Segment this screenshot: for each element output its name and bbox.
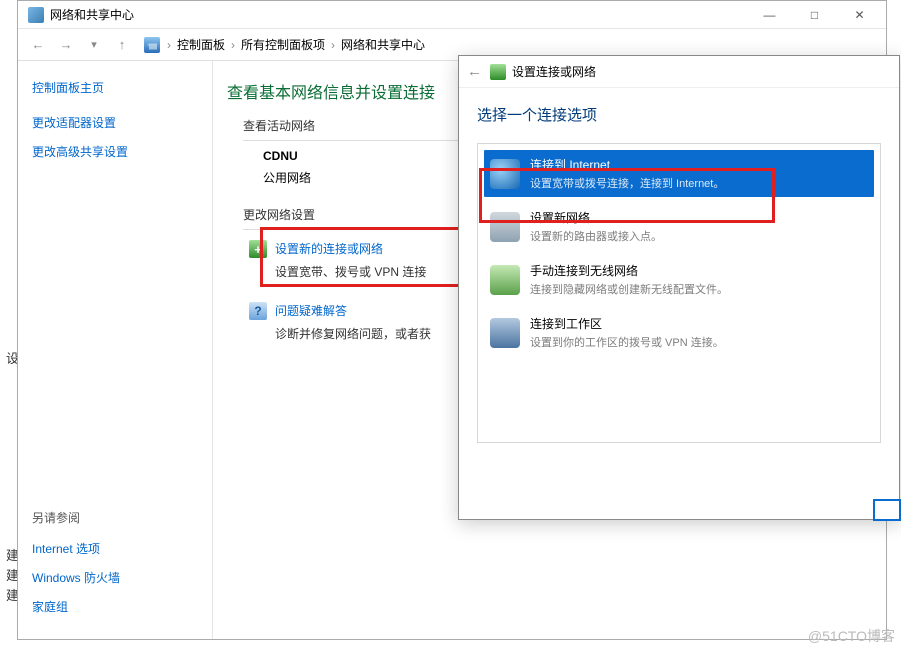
- bc-all-items[interactable]: 所有控制面板项: [238, 36, 328, 53]
- nav-up[interactable]: ↑: [108, 33, 136, 57]
- setup-connection-dialog: ← 设置连接或网络 选择一个连接选项 连接到 Internet 设置宽带或拨号连…: [458, 55, 900, 520]
- wifi-icon: [490, 265, 520, 295]
- bc-sep: ›: [164, 38, 174, 52]
- sidebar-link-adapter[interactable]: 更改适配器设置: [32, 114, 198, 131]
- nav-chevron-down[interactable]: ▾: [80, 33, 108, 57]
- option-troubleshoot-desc: 诊断并修复网络问题，或者获: [275, 325, 431, 342]
- see-also-homegroup[interactable]: 家庭组: [32, 598, 198, 615]
- sidebar-home[interactable]: 控制面板主页: [32, 79, 198, 96]
- workplace-icon: [490, 318, 520, 348]
- option-setup-network[interactable]: 设置新网络 设置新的路由器或接入点。: [484, 203, 874, 250]
- breadcrumb[interactable]: › 控制面板 › 所有控制面板项 › 网络和共享中心: [140, 36, 428, 53]
- opt-desc: 设置到你的工作区的拨号或 VPN 连接。: [530, 334, 724, 350]
- opt-desc: 设置新的路由器或接入点。: [530, 228, 662, 244]
- dialog-icon: [490, 64, 506, 80]
- connection-options-list: 连接到 Internet 设置宽带或拨号连接，连接到 Internet。 设置新…: [477, 143, 881, 443]
- dialog-heading: 选择一个连接选项: [477, 104, 881, 125]
- bc-control-panel[interactable]: 控制面板: [174, 36, 228, 53]
- opt-desc: 连接到隐藏网络或创建新无线配置文件。: [530, 281, 728, 297]
- see-also-label: 另请参阅: [32, 509, 198, 526]
- troubleshoot-icon: [249, 302, 267, 320]
- minimize-button[interactable]: —: [747, 4, 792, 26]
- see-also-firewall[interactable]: Windows 防火墙: [32, 569, 198, 586]
- window-title: 网络和共享中心: [50, 6, 747, 23]
- bc-sep: ›: [228, 38, 238, 52]
- maximize-button[interactable]: □: [792, 4, 837, 26]
- opt-title: 设置新网络: [530, 209, 662, 226]
- bc-network-center[interactable]: 网络和共享中心: [338, 36, 428, 53]
- control-panel-icon: [144, 37, 160, 53]
- see-also-internet-options[interactable]: Internet 选项: [32, 540, 198, 557]
- dialog-back[interactable]: ←: [467, 63, 482, 80]
- watermark: @51CTO博客: [808, 626, 895, 646]
- network-icon: [28, 7, 44, 23]
- titlebar: 网络和共享中心 — □ ✕: [18, 1, 886, 29]
- bc-sep: ›: [328, 38, 338, 52]
- dialog-title: 设置连接或网络: [512, 63, 596, 80]
- router-icon: [490, 212, 520, 242]
- opt-title: 连接到工作区: [530, 315, 724, 332]
- sidebar: 控制面板主页 更改适配器设置 更改高级共享设置 另请参阅 Internet 选项…: [18, 61, 213, 639]
- option-troubleshoot-title[interactable]: 问题疑难解答: [275, 304, 347, 318]
- nav-forward[interactable]: →: [52, 33, 80, 57]
- option-connect-internet[interactable]: 连接到 Internet 设置宽带或拨号连接，连接到 Internet。: [484, 150, 874, 197]
- plus-net-icon: [249, 240, 267, 258]
- nav-back[interactable]: ←: [24, 33, 52, 57]
- option-new-connection-desc: 设置宽带、拨号或 VPN 连接: [275, 263, 426, 280]
- focus-indicator: [873, 499, 901, 521]
- globe-icon: [490, 159, 520, 189]
- dialog-header: ← 设置连接或网络: [459, 56, 899, 88]
- option-new-connection-title[interactable]: 设置新的连接或网络: [275, 242, 383, 256]
- option-workplace[interactable]: 连接到工作区 设置到你的工作区的拨号或 VPN 连接。: [484, 309, 874, 356]
- opt-title: 手动连接到无线网络: [530, 262, 728, 279]
- opt-title: 连接到 Internet: [530, 156, 724, 173]
- opt-desc: 设置宽带或拨号连接，连接到 Internet。: [530, 175, 724, 191]
- sidebar-link-sharing[interactable]: 更改高级共享设置: [32, 143, 198, 160]
- option-manual-wifi[interactable]: 手动连接到无线网络 连接到隐藏网络或创建新无线配置文件。: [484, 256, 874, 303]
- close-button[interactable]: ✕: [837, 4, 882, 26]
